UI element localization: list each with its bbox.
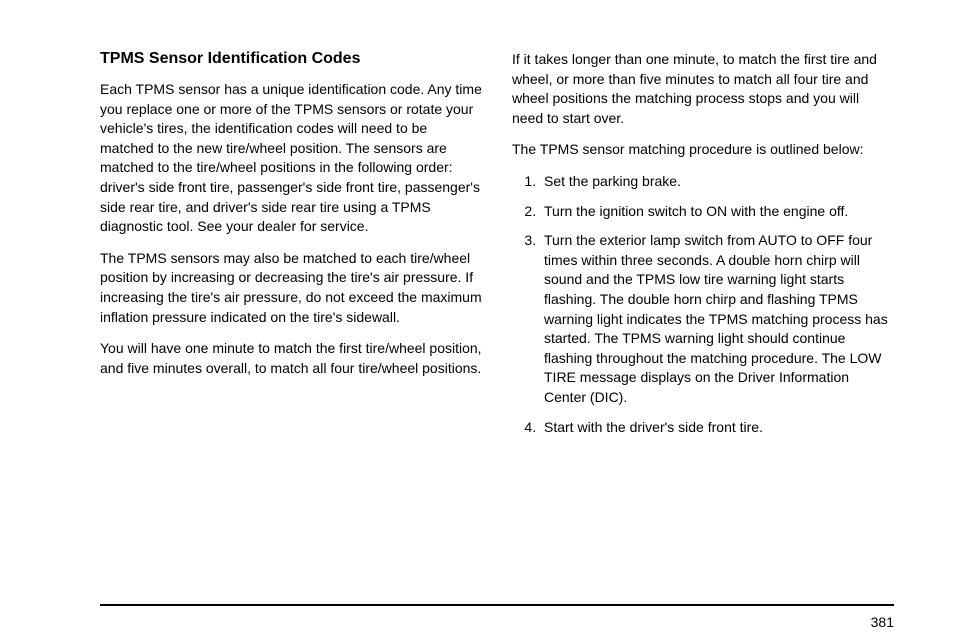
right-column: If it takes longer than one minute, to m… (512, 50, 894, 447)
paragraph: The TPMS sensor matching procedure is ou… (512, 140, 894, 160)
list-item: Turn the exterior lamp switch from AUTO … (540, 231, 894, 407)
paragraph: Each TPMS sensor has a unique identifica… (100, 80, 482, 237)
procedure-list: Set the parking brake. Turn the ignition… (512, 172, 894, 437)
paragraph: The TPMS sensors may also be matched to … (100, 249, 482, 327)
left-column: TPMS Sensor Identification Codes Each TP… (100, 50, 482, 447)
list-item: Start with the driver's side front tire. (540, 418, 894, 438)
page-content: TPMS Sensor Identification Codes Each TP… (100, 50, 894, 447)
section-heading: TPMS Sensor Identification Codes (100, 50, 482, 68)
list-item: Turn the ignition switch to ON with the … (540, 202, 894, 222)
paragraph: You will have one minute to match the fi… (100, 339, 482, 378)
page-footer: 381 (100, 604, 894, 606)
list-item: Set the parking brake. (540, 172, 894, 192)
page-number: 381 (871, 614, 894, 630)
paragraph: If it takes longer than one minute, to m… (512, 50, 894, 128)
